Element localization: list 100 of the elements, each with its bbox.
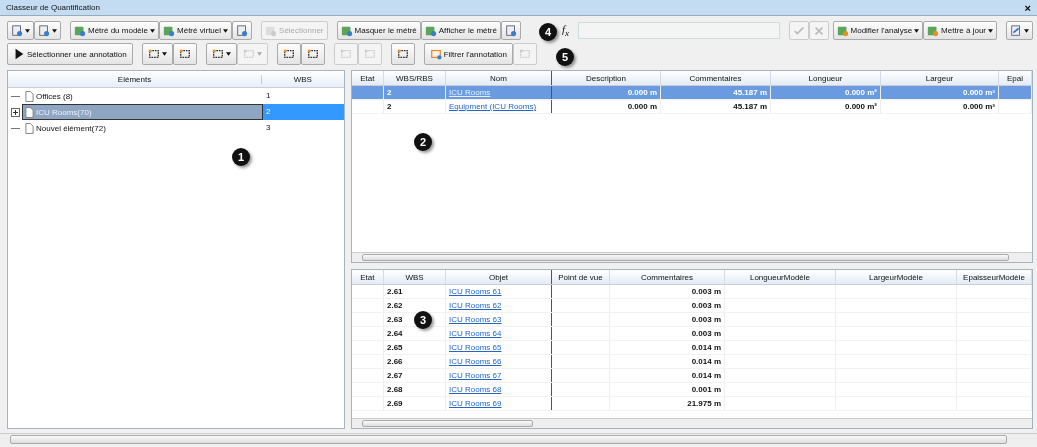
callout-badge: 4 [539, 23, 557, 41]
caret-icon [256, 52, 262, 56]
column-header[interactable]: Epai [998, 71, 1032, 86]
column-header[interactable]: WBS [383, 270, 446, 285]
tool-icon [363, 48, 376, 60]
horizontal-scrollbar[interactable] [0, 433, 1037, 445]
column-header[interactable]: Commentaires [609, 270, 725, 285]
table-cell: 0.003 m [609, 312, 725, 327]
close-button[interactable]: × [1024, 1, 1031, 14]
toolbar-button[interactable]: Modifier l'analyse [832, 21, 924, 40]
table-row[interactable]: 2 Equipment (ICU Rooms) 0.000 m 45.187 m 0.000 m² 0.000 m³ [351, 99, 1032, 114]
callout-badge: 5 [556, 48, 574, 66]
item-link[interactable]: ICU Rooms 68 [449, 385, 502, 394]
column-header[interactable]: Etat [351, 71, 384, 86]
table-cell: 2 [383, 99, 446, 114]
tool-button[interactable] [1006, 21, 1033, 40]
item-link[interactable]: ICU Rooms 64 [449, 329, 502, 338]
tool-button[interactable] [390, 43, 415, 65]
tool-icon [147, 48, 160, 60]
column-header[interactable]: Objet [445, 270, 552, 285]
expand-icon[interactable] [11, 107, 20, 117]
tool-icon [38, 24, 50, 37]
table-cell: 2.69 [383, 396, 446, 411]
column-header[interactable]: Description [551, 71, 661, 86]
toolbar-button[interactable]: Afficher le métré [420, 21, 501, 40]
table-cell: 45.187 m [660, 99, 771, 114]
toolbar-button[interactable]: Métré virtuel [159, 21, 233, 40]
column-header[interactable]: EpaisseurModèle [956, 270, 1032, 285]
column-header[interactable]: LongueurModèle [724, 270, 836, 285]
tool-icon [504, 24, 517, 37]
table-cell: 0.001 m [609, 382, 725, 397]
caret-icon [150, 28, 156, 33]
item-link[interactable]: ICU Rooms 61 [449, 287, 502, 296]
column-header[interactable]: Nom [445, 71, 552, 86]
table-cell: 0.000 m² [770, 99, 881, 114]
column-header[interactable]: Etat [351, 270, 384, 285]
caret-icon [223, 28, 229, 33]
tool-button[interactable] [7, 21, 34, 40]
item-link[interactable]: ICU Rooms 69 [449, 399, 502, 408]
table-cell: 2.68 [383, 382, 446, 397]
table-cell: 21.975 m [609, 396, 725, 411]
caret-icon [225, 52, 231, 56]
document-icon [25, 106, 34, 118]
wbs-cell-text: 3 [265, 122, 272, 134]
tool-button[interactable] [172, 43, 197, 65]
tool-button[interactable] [500, 21, 521, 40]
tool-icon [282, 48, 295, 60]
column-header[interactable]: WBS/RBS [383, 71, 446, 86]
item-link[interactable]: ICU Rooms 66 [449, 357, 502, 366]
toolbar-button[interactable]: Mettre à jour [923, 21, 997, 40]
tool-button[interactable] [141, 43, 173, 65]
toolbar-button[interactable]: Métré du modèle [70, 21, 160, 40]
item-link[interactable]: ICU Rooms 63 [449, 315, 502, 324]
tool-icon [178, 48, 191, 60]
formula-field[interactable] [578, 22, 781, 39]
caret-icon [25, 28, 30, 33]
tool-icon [396, 48, 409, 60]
column-header[interactable]: Commentaires [660, 71, 771, 86]
tree-item[interactable]: Offices (8) [22, 88, 263, 104]
column-header[interactable]: Eléments [8, 74, 262, 84]
tool-button[interactable] [205, 43, 237, 65]
table-cell: 2.65 [383, 340, 446, 355]
table-cell: 2.61 [383, 284, 446, 299]
item-link[interactable]: ICU Rooms 67 [449, 371, 502, 380]
toolbar-button[interactable]: Sélectionner une annotation [7, 43, 133, 65]
wbs-cell: 2 [263, 104, 344, 120]
table-cell: 0.014 m [609, 340, 725, 355]
tool-button[interactable] [34, 21, 61, 40]
table-cell: 2.66 [383, 354, 446, 369]
pointer-icon [13, 48, 25, 60]
item-link[interactable]: Equipment (ICU Rooms) [449, 102, 537, 111]
caret-icon [988, 28, 993, 33]
item-link[interactable]: ICU Rooms 65 [449, 343, 502, 352]
horizontal-scrollbar[interactable] [351, 252, 1032, 262]
horizontal-scrollbar[interactable] [351, 418, 1032, 428]
tool-button[interactable] [300, 43, 325, 65]
tool-button[interactable] [276, 43, 301, 65]
tree-item[interactable]: Nouvel élément(72) [22, 120, 263, 136]
column-header[interactable]: Point de vue [551, 270, 610, 285]
column-header[interactable]: Longueur [770, 71, 881, 86]
column-header[interactable]: LargeurModèle [835, 270, 957, 285]
column-header[interactable]: Largeur [880, 71, 999, 86]
tool-button[interactable] [232, 21, 253, 40]
document-icon [25, 122, 34, 134]
tool-icon [236, 24, 249, 37]
tool-icon [242, 48, 255, 60]
wbs-cell-text: 1 [265, 90, 272, 102]
column-header[interactable]: WBS [262, 74, 344, 84]
tool-icon [339, 48, 352, 60]
table-cell: 0.014 m [609, 354, 725, 369]
caret-icon [1024, 28, 1029, 33]
tool-icon [211, 48, 224, 60]
toolbar-button[interactable]: Masquer le métré [336, 21, 421, 40]
caret-icon [52, 28, 57, 33]
table-cell: 0.003 m [609, 284, 725, 299]
table-cell: 0.014 m [609, 368, 725, 383]
toolbar-button[interactable]: Filtrer l'annotation [423, 43, 513, 65]
formula-label: f$_{x}$ [561, 22, 570, 39]
check-icon [793, 24, 806, 37]
item-link[interactable]: ICU Rooms 62 [449, 301, 502, 310]
